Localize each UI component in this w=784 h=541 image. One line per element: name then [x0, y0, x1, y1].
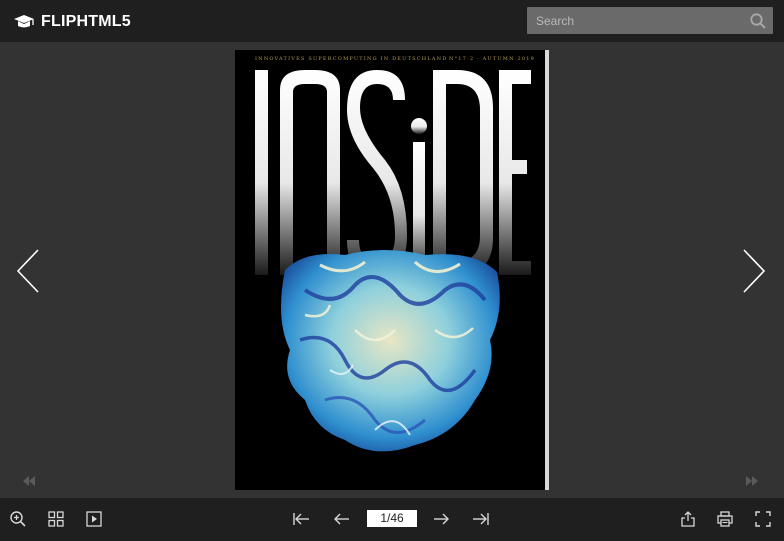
logo-text: FLIPHTML5: [41, 13, 131, 30]
thumbnails-icon[interactable]: [47, 510, 65, 528]
chevron-right-icon[interactable]: [740, 247, 768, 295]
logo-cap-icon: [12, 13, 36, 31]
print-icon[interactable]: [716, 510, 734, 528]
search-input[interactable]: [527, 7, 737, 34]
chevron-left-icon[interactable]: [14, 247, 42, 295]
logo[interactable]: FLIPHTML5: [12, 11, 131, 33]
previous-page-icon[interactable]: [333, 510, 351, 528]
search-box: [527, 7, 773, 34]
book-page-edge: [545, 50, 549, 490]
page-number-input[interactable]: [367, 510, 417, 527]
search-icon[interactable]: [749, 12, 767, 30]
first-page-icon[interactable]: [292, 510, 310, 528]
book-page-cover[interactable]: INNOVATIVES SUPERCOMPUTING IN DEUTSCHLAN…: [235, 50, 548, 490]
cover-artwork: [255, 70, 531, 452]
bottom-toolbar: [0, 498, 784, 541]
cover-tagline: INNOVATIVES SUPERCOMPUTING IN DEUTSCHLAN…: [255, 56, 535, 62]
share-icon[interactable]: [679, 510, 697, 528]
autoplay-icon[interactable]: [85, 510, 103, 528]
last-page-icon[interactable]: [472, 510, 490, 528]
next-page-icon[interactable]: [432, 510, 450, 528]
cover-tagline-left: INNOVATIVES SUPERCOMPUTING IN DEUTSCHLAN…: [255, 56, 448, 62]
cover-title-graphic: [255, 70, 531, 275]
skip-last-icon[interactable]: [745, 474, 759, 486]
cover-simulation-graphic: [281, 250, 500, 452]
book-stage: INNOVATIVES SUPERCOMPUTING IN DEUTSCHLAN…: [0, 42, 784, 498]
flipbook-viewer: FLIPHTML5 Search INNOVATIVES SUPERCOMPUT…: [0, 0, 784, 541]
skip-first-icon[interactable]: [22, 474, 36, 486]
zoom-in-icon[interactable]: [9, 510, 27, 528]
cover-tagline-right: N°17·2 · AUTUMN 2019: [449, 56, 535, 62]
fullscreen-icon[interactable]: [754, 510, 772, 528]
top-bar: FLIPHTML5: [0, 0, 784, 42]
